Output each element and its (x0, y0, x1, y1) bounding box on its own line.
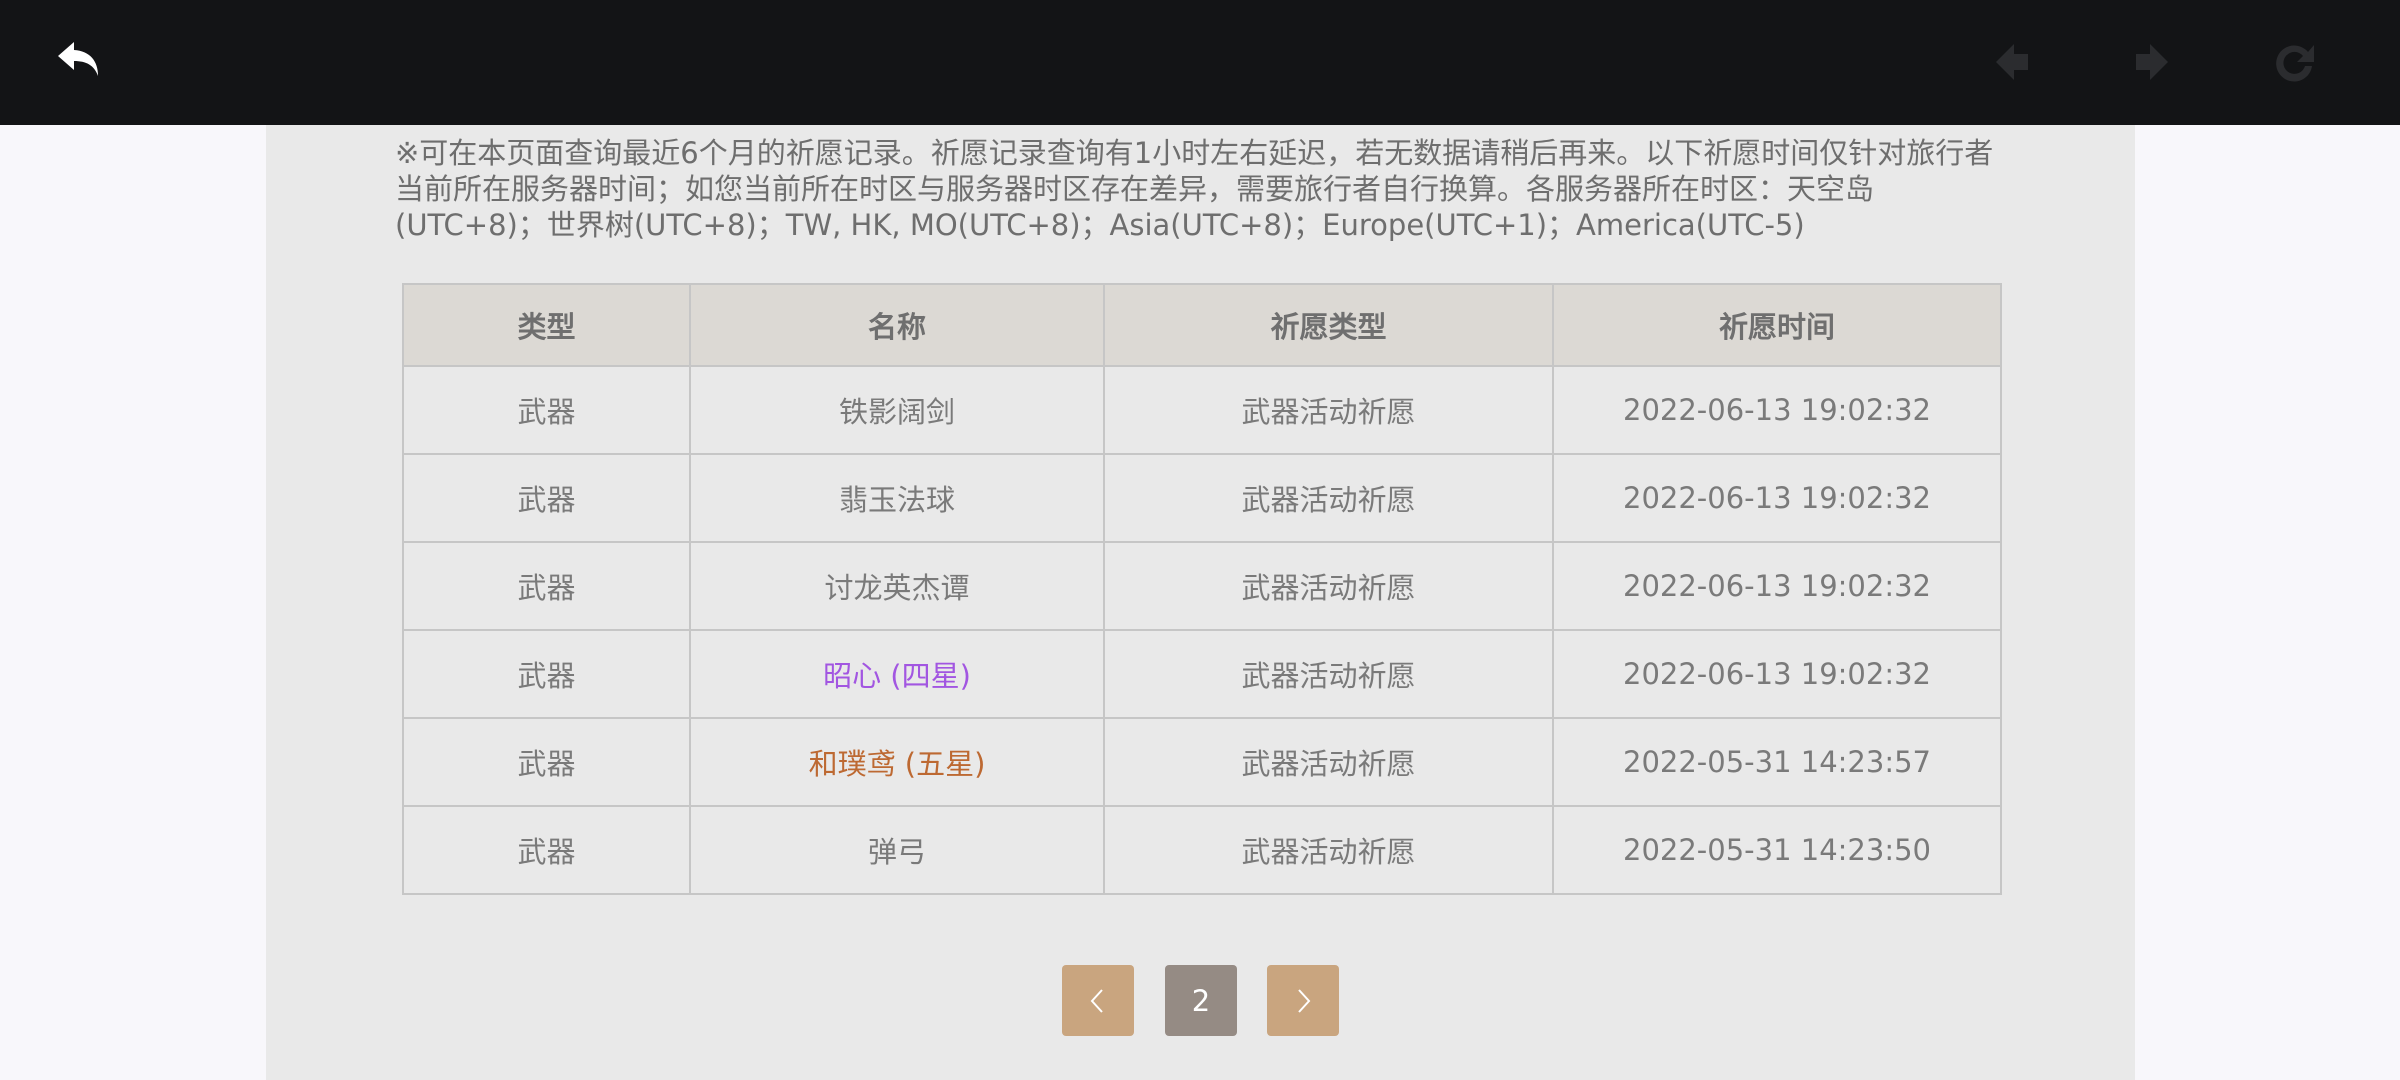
cell-type: 武器 (402, 805, 691, 895)
table-header-row: 类型 名称 祈愿类型 祈愿时间 (402, 283, 2002, 367)
cell-wish-type: 武器活动祈愿 (1103, 541, 1554, 631)
table-row: 武器 昭心 (四星) 武器活动祈愿 2022-06-13 19:02:32 (402, 629, 2002, 719)
cell-type: 武器 (402, 541, 691, 631)
cell-type: 武器 (402, 365, 691, 455)
table-row: 武器 讨龙英杰谭 武器活动祈愿 2022-06-13 19:02:32 (402, 541, 2002, 631)
notice-text: ※可在本页面查询最近6个月的祈愿记录。祈愿记录查询有1小时左右延迟，若无数据请稍… (395, 136, 1994, 242)
chevron-left-icon (1090, 988, 1103, 1013)
cell-wish-type: 武器活动祈愿 (1103, 453, 1554, 543)
browser-toolbar (0, 0, 2400, 125)
cell-name: 弹弓 (689, 805, 1105, 895)
wish-records-table: 类型 名称 祈愿类型 祈愿时间 武器 铁影阔剑 武器活动祈愿 2022-06-1… (402, 283, 2002, 895)
header-wish-time: 祈愿时间 (1552, 283, 2002, 367)
header-wish-type: 祈愿类型 (1103, 283, 1554, 367)
wish-history-page: ※可在本页面查询最近6个月的祈愿记录。祈愿记录查询有1小时左右延迟，若无数据请稍… (266, 125, 2135, 1080)
cell-name: 翡玉法球 (689, 453, 1105, 543)
next-page-button[interactable] (1267, 965, 1339, 1036)
nav-back-icon[interactable] (1982, 32, 2042, 92)
cell-wish-type: 武器活动祈愿 (1103, 805, 1554, 895)
table-row: 武器 弹弓 武器活动祈愿 2022-05-31 14:23:50 (402, 805, 2002, 895)
refresh-icon[interactable] (2264, 32, 2324, 92)
back-arrow-icon[interactable] (50, 32, 110, 92)
cell-wish-time: 2022-06-13 19:02:32 (1552, 365, 2002, 455)
table-row: 武器 铁影阔剑 武器活动祈愿 2022-06-13 19:02:32 (402, 365, 2002, 455)
cell-wish-time: 2022-05-31 14:23:57 (1552, 717, 2002, 807)
cell-wish-type: 武器活动祈愿 (1103, 629, 1554, 719)
cell-wish-type: 武器活动祈愿 (1103, 365, 1554, 455)
prev-page-button[interactable] (1062, 965, 1134, 1036)
header-name: 名称 (689, 283, 1105, 367)
cell-name: 昭心 (四星) (689, 629, 1105, 719)
cell-name: 铁影阔剑 (689, 365, 1105, 455)
cell-wish-time: 2022-06-13 19:02:32 (1552, 629, 2002, 719)
header-type: 类型 (402, 283, 691, 367)
cell-name: 和璞鸢 (五星) (689, 717, 1105, 807)
table-row: 武器 翡玉法球 武器活动祈愿 2022-06-13 19:02:32 (402, 453, 2002, 543)
cell-type: 武器 (402, 629, 691, 719)
table-row: 武器 和璞鸢 (五星) 武器活动祈愿 2022-05-31 14:23:57 (402, 717, 2002, 807)
cell-type: 武器 (402, 453, 691, 543)
current-page-indicator: 2 (1165, 965, 1237, 1036)
cell-wish-time: 2022-05-31 14:23:50 (1552, 805, 2002, 895)
chevron-right-icon (1298, 988, 1311, 1013)
nav-forward-icon[interactable] (2122, 32, 2182, 92)
cell-name: 讨龙英杰谭 (689, 541, 1105, 631)
cell-type: 武器 (402, 717, 691, 807)
cell-wish-time: 2022-06-13 19:02:32 (1552, 541, 2002, 631)
cell-wish-time: 2022-06-13 19:02:32 (1552, 453, 2002, 543)
cell-wish-type: 武器活动祈愿 (1103, 717, 1554, 807)
